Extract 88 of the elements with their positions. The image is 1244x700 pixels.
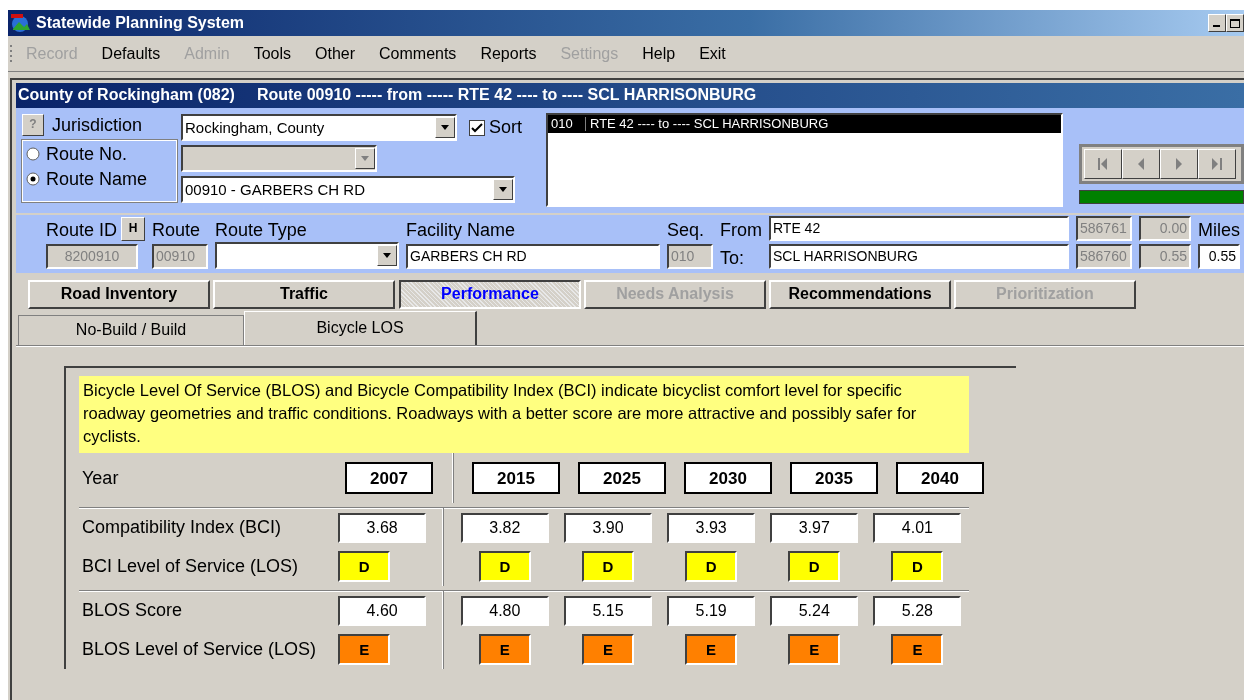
radio-label: Route Name [46,168,148,190]
menu-item[interactable]: Help [630,45,688,64]
facility-name-label: Facility Name [406,220,517,241]
value-field: 5.24 [770,595,859,626]
sort-label: Sort [488,117,522,138]
maximize-button[interactable] [1226,14,1244,32]
value-field: 3.68 [338,512,427,543]
los-grade: E [338,634,391,666]
row-label: BLOS Level of Service (LOS) [81,639,318,661]
los-grade: D [338,551,391,583]
los-grade: E [891,634,944,666]
row-label: Year [81,467,120,489]
los-grade: D [685,551,738,583]
menu-item[interactable]: Exit [687,45,738,64]
radio-label: Route No. [46,144,128,165]
info-note: Bicycle Level Of Service (BLOS) and Bicycle Compatibility Index (BCI) indicate bicyclist comfort level for specific roadway geometries and traffic conditions. Roadways with a better score are more attractive and possibly safer for cyclists. [79,376,969,454]
menu-item[interactable]: Tools [241,45,303,64]
to-label: To: [720,248,745,269]
route-label: Route [152,220,202,241]
length-field[interactable]: 0.55 [1198,244,1240,269]
value-field: 3.82 [460,512,549,543]
los-grade: D [478,551,531,583]
value-field: 3.90 [563,512,652,543]
caret-icon [498,187,507,192]
year-field: 2040 [896,462,984,495]
row-label: Compatibility Index (BCI) [81,517,283,539]
value-field: 3.93 [667,512,756,543]
los-grade: E [581,634,634,666]
menu-item[interactable]: Reports [468,45,549,64]
window-title: Statewide Planning System [36,13,245,33]
to-field[interactable]: SCL HARRISONBURG [769,244,1069,269]
row-label: BCI Level of Service (LOS) [81,556,300,578]
facility-name-field[interactable]: GARBERS CH RD [406,244,660,269]
jurisdiction-label: Jurisdiction [52,114,143,136]
tab[interactable]: Performance [399,280,581,309]
route-title: Route 00910 ----- from ----- RTE 42 ---- to ---- SCL HARRISONBURG [256,86,757,105]
route-type-label: Route Type [215,220,308,241]
los-grade: E [685,634,738,666]
tab[interactable]: Road Inventory [28,280,210,309]
from-label: From [720,220,763,241]
tab[interactable]: Bicycle LOS [244,311,477,345]
route-type-dropdown[interactable] [215,242,399,269]
caret-icon [383,253,391,258]
value-field: 3.97 [770,512,859,543]
previous-record-icon[interactable] [1136,158,1147,170]
los-grade: E [478,634,531,666]
seq-label: Seq. [667,220,705,241]
los-grade: D [891,551,944,583]
value-field: 4.01 [873,512,962,543]
county-title: County of Rockingham (082) [18,86,235,105]
route-name-dropdown[interactable]: 00910 - GARBERS CH RD [180,176,515,203]
los-grade: D [788,551,841,583]
next-record-icon[interactable] [1174,158,1185,170]
year-field: 2025 [578,462,666,495]
maximize-icon [1230,18,1240,28]
value-field: 5.28 [873,595,962,626]
tab[interactable]: No-Build / Build [18,315,244,345]
value-field: 5.15 [563,595,652,626]
last-record-icon[interactable] [1212,158,1223,170]
menu-item[interactable]: Defaults [89,45,173,64]
checkbox[interactable] [468,119,485,136]
menu-item[interactable]: Comments [367,45,469,64]
los-grade: D [581,551,634,583]
jurisdiction-dropdown[interactable]: Rockingham, County [180,114,457,141]
row-label: BLOS Score [81,600,184,622]
history-button[interactable]: H [121,217,146,241]
value-field: 4.60 [338,595,427,626]
year-field: 2015 [472,462,560,495]
tab[interactable]: Traffic [213,280,395,309]
route-id-label: Route ID [46,220,118,241]
first-record-icon[interactable] [1098,158,1109,170]
miles-label: Miles [1198,220,1241,241]
value-field: 4.80 [460,595,549,626]
year-field: 2035 [790,462,878,495]
menu-item[interactable]: Other [303,45,367,64]
app-globe-icon [10,13,32,33]
year-field: 2007 [345,462,433,495]
radio-button[interactable] [26,147,40,162]
caret-icon [440,125,449,130]
tab[interactable]: Recommendations [769,280,951,309]
value-field: 5.19 [667,595,756,626]
radio-button[interactable] [26,172,40,187]
caret-icon [360,156,369,161]
segment-row[interactable]: 010 RTE 42 ---- to ---- SCL HARRISONBURG [548,115,1062,133]
minimize-button[interactable] [1208,14,1226,32]
year-field: 2030 [684,462,772,495]
los-grade: E [788,634,841,666]
from-field[interactable]: RTE 42 [769,216,1069,241]
